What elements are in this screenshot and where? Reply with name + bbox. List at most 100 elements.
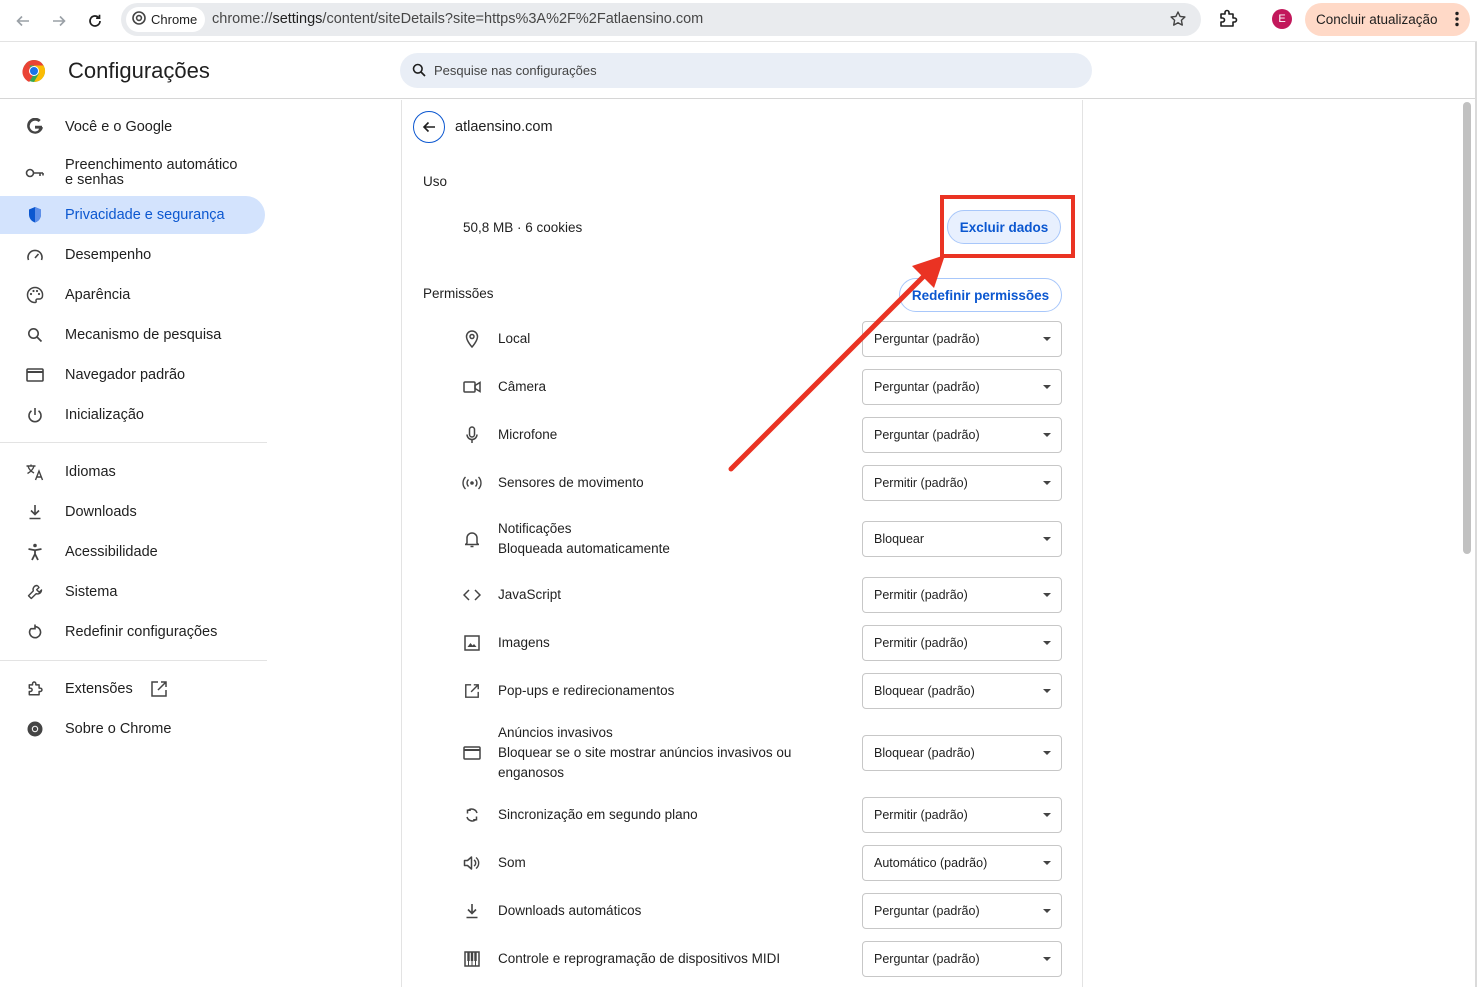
site-name: atlaensino.com — [455, 119, 553, 135]
open-in-new-icon — [150, 680, 168, 703]
sync-icon — [462, 805, 482, 825]
dropdown-caret-icon — [1043, 337, 1051, 341]
permission-select[interactable]: Perguntar (padrão) — [862, 417, 1062, 453]
select-value: Bloquear (padrão) — [874, 684, 975, 698]
translate-icon — [25, 462, 45, 482]
sidebar-item-label: Você e o Google — [65, 118, 173, 135]
permission-sublabel: Bloqueada automaticamente — [498, 541, 670, 556]
permission-select[interactable]: Permitir (padrão) — [862, 625, 1062, 661]
sidebar-item-label: Navegador padrão — [65, 366, 186, 383]
sidebar-divider — [0, 660, 267, 661]
piano-icon — [462, 949, 482, 969]
permission-select[interactable]: Perguntar (padrão) — [862, 893, 1062, 929]
permissions-heading: Permissões — [423, 286, 494, 301]
back-arrow-icon[interactable] — [11, 9, 35, 33]
permission-label: Microfone — [498, 427, 558, 442]
more-vert-icon[interactable] — [1455, 11, 1459, 30]
sidebar-item-you-and-google[interactable]: Você e o Google — [0, 108, 265, 146]
back-button[interactable] — [413, 111, 445, 143]
permission-select[interactable]: Automático (padrão) — [862, 845, 1062, 881]
permission-select[interactable]: Perguntar (padrão) — [862, 369, 1062, 405]
accessibility-icon — [25, 542, 45, 562]
settings-search-input[interactable]: Pesquise nas configurações — [400, 53, 1092, 88]
sidebar-item-default-browser[interactable]: Navegador padrão — [0, 356, 265, 394]
permission-label: Anúncios invasivos Bloquear se o site mos… — [498, 723, 818, 783]
sidebar-item-downloads[interactable]: Downloads — [0, 493, 265, 531]
sidebar-item-label: Sobre o Chrome — [65, 720, 172, 737]
browser-toolbar: Chrome chrome://settings/content/siteDet… — [0, 0, 1477, 42]
profile-avatar[interactable]: E — [1272, 9, 1292, 29]
sidebar-item-system[interactable]: Sistema — [0, 573, 265, 611]
sidebar-item-label: Privacidade e segurança — [65, 206, 225, 223]
bookmark-star-icon[interactable] — [1169, 10, 1187, 33]
chrome-logo-icon — [22, 59, 46, 88]
sidebar-item-label: Idiomas — [65, 463, 116, 480]
sidebar-item-label: Sistema — [65, 583, 118, 600]
usage-heading: Uso — [423, 174, 448, 189]
sidebar-item-label: Downloads — [65, 503, 137, 520]
puzzle-icon — [25, 679, 45, 699]
finish-update-label: Concluir atualização — [1316, 12, 1438, 27]
permission-select[interactable]: Permitir (padrão) — [862, 797, 1062, 833]
permission-select[interactable]: Bloquear — [862, 521, 1062, 557]
label-line-1: Preenchimento automático — [65, 157, 238, 173]
search-icon — [25, 325, 45, 345]
sidebar-item-performance[interactable]: Desempenho — [0, 236, 265, 274]
sidebar-item-label: Aparência — [65, 286, 131, 303]
sidebar-item-appearance[interactable]: Aparência — [0, 276, 265, 314]
permission-row-popups: Pop-ups e redirecionamentos Bloquear (pa… — [402, 673, 1082, 709]
permission-select[interactable]: Bloquear (padrão) — [862, 673, 1062, 709]
settings-header: Configurações Pesquise nas configurações — [0, 42, 1477, 99]
google-g-icon — [25, 117, 45, 137]
permission-label: Imagens — [498, 635, 550, 650]
chrome-icon — [132, 11, 146, 28]
sidebar-item-autofill[interactable]: Preenchimento automático e senhas — [0, 152, 265, 194]
image-icon — [462, 633, 482, 653]
permission-label: Notificações Bloqueada automaticamente — [498, 519, 818, 559]
permission-select[interactable]: Perguntar (padrão) — [862, 321, 1062, 357]
reset-icon — [25, 622, 45, 642]
permission-label: Som — [498, 855, 526, 870]
forward-arrow-icon[interactable] — [47, 9, 71, 33]
permission-select[interactable]: Bloquear (padrão) — [862, 735, 1062, 771]
dropdown-caret-icon — [1043, 861, 1051, 865]
site-chip[interactable]: Chrome — [126, 7, 206, 32]
select-value: Perguntar (padrão) — [874, 952, 980, 966]
url-prefix: chrome:// — [212, 11, 273, 27]
permission-select[interactable]: Permitir (padrão) — [862, 465, 1062, 501]
permission-title: Notificações — [498, 521, 572, 536]
microphone-icon — [462, 425, 482, 445]
sidebar-item-extensions[interactable]: Extensões — [0, 670, 265, 708]
key-icon — [25, 163, 45, 183]
address-bar[interactable]: Chrome chrome://settings/content/siteDet… — [121, 3, 1201, 36]
sidebar-item-startup[interactable]: Inicialização — [0, 396, 265, 434]
url-text[interactable]: chrome://settings/content/siteDetails?si… — [212, 11, 703, 27]
sidebar-item-languages[interactable]: Idiomas — [0, 453, 265, 491]
permission-label: Pop-ups e redirecionamentos — [498, 683, 675, 698]
permission-label: Controle e reprogramação de dispositivos… — [498, 951, 781, 966]
permission-row-camera: Câmera Perguntar (padrão) — [402, 369, 1082, 405]
permission-select[interactable]: Permitir (padrão) — [862, 577, 1062, 613]
back-arrow-icon — [422, 121, 435, 133]
reload-icon[interactable] — [83, 9, 107, 33]
permission-label: Câmera — [498, 379, 547, 394]
sidebar-item-about-chrome[interactable]: Sobre o Chrome — [0, 710, 265, 748]
select-value: Permitir (padrão) — [874, 808, 968, 822]
permission-title: Anúncios invasivos — [498, 725, 613, 740]
dropdown-caret-icon — [1043, 689, 1051, 693]
url-host: settings — [272, 11, 323, 27]
extensions-puzzle-icon[interactable] — [1217, 8, 1239, 35]
sidebar-item-search-engine[interactable]: Mecanismo de pesquisa — [0, 316, 265, 354]
reset-permissions-button[interactable]: Redefinir permissões — [899, 278, 1062, 312]
sidebar-item-label: Acessibilidade — [65, 543, 158, 560]
finish-update-button[interactable]: Concluir atualização — [1305, 3, 1470, 36]
sidebar-item-reset[interactable]: Redefinir configurações — [0, 613, 265, 651]
scrollbar-thumb[interactable] — [1463, 102, 1471, 554]
select-value: Permitir (padrão) — [874, 476, 968, 490]
sidebar-item-accessibility[interactable]: Acessibilidade — [0, 533, 265, 571]
sidebar-item-privacy[interactable]: Privacidade e segurança — [0, 196, 265, 234]
permission-select[interactable]: Perguntar (padrão) — [862, 941, 1062, 977]
usage-summary: 50,8 MB · 6 cookies — [463, 220, 583, 235]
dropdown-caret-icon — [1043, 909, 1051, 913]
select-value: Bloquear — [874, 532, 925, 546]
